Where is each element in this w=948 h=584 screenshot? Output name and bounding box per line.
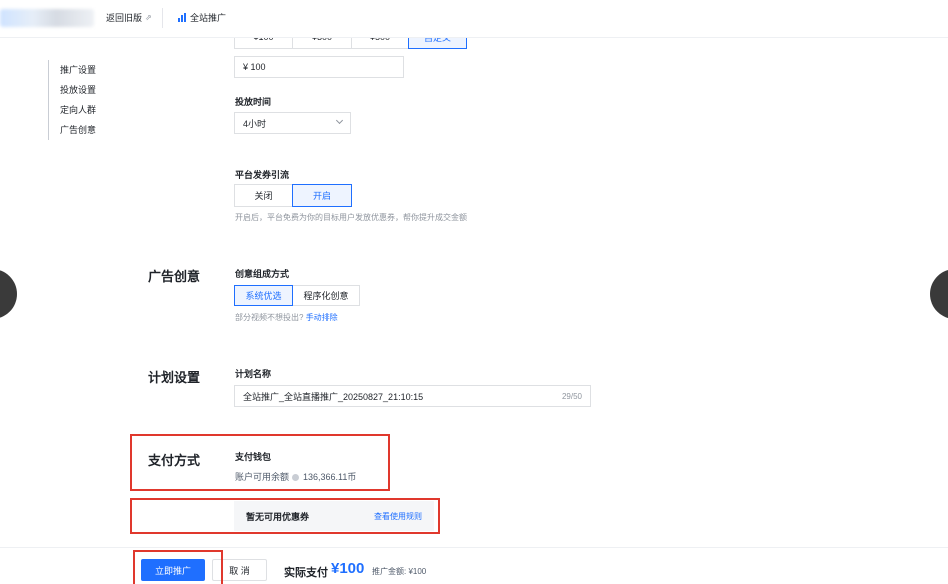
bar-chart-icon — [178, 13, 186, 22]
creative-hint-text: 部分视频不想投出? — [235, 313, 304, 322]
manual-exclude-link[interactable]: 手动排除 — [306, 313, 338, 322]
ad-creative-section-title: 广告创意 — [148, 269, 201, 284]
chevron-down-icon — [335, 116, 344, 125]
left-scroll-handle[interactable] — [0, 269, 17, 319]
plan-name-value: 全站推广_全站直播推广_20250827_21:10:15 — [243, 391, 424, 402]
coupon-traffic-on-button[interactable]: 开启 — [292, 184, 352, 207]
view-rules-link[interactable]: 查看使用规则 — [374, 511, 422, 522]
side-anchor-nav: 推广设置 投放设置 定向人群 广告创意 — [48, 60, 96, 140]
tab-site-promotion[interactable]: 全站推广 — [178, 11, 226, 24]
wallet-label: 支付钱包 — [235, 452, 272, 462]
creative-composition-label: 创意组成方式 — [235, 269, 290, 279]
coupon-traffic-hint: 开启后，平台免费为你的目标用户发放优惠券，帮你提升成交金额 — [235, 213, 467, 222]
budget-amount-input[interactable]: ¥ 100 — [234, 56, 404, 78]
balance-row: 账户可用余额 136,366.11币 — [235, 470, 356, 483]
duration-select[interactable]: 4小时 — [234, 112, 351, 134]
actual-pay-label: 实际支付 — [284, 567, 328, 579]
side-nav-item-promotion-settings[interactable]: 推广设置 — [60, 60, 96, 80]
payment-section-title: 支付方式 — [148, 453, 201, 468]
balance-value: 136,366.11币 — [303, 472, 357, 482]
no-coupon-text: 暂无可用优惠券 — [246, 511, 310, 522]
promotion-total: 推广金额: ¥100 — [372, 567, 427, 576]
info-icon[interactable] — [292, 474, 300, 482]
external-link-icon: ⇗ — [145, 13, 152, 22]
promote-now-button[interactable]: 立即推广 — [141, 559, 205, 581]
duration-label: 投放时间 — [235, 97, 272, 107]
plan-settings-section-title: 计划设置 — [148, 370, 201, 385]
top-bar: 返回旧版 ⇗ 全站推广 — [0, 0, 948, 38]
plan-name-label: 计划名称 — [235, 369, 272, 379]
side-nav-item-ad-creative[interactable]: 广告创意 — [60, 120, 96, 140]
plan-name-input[interactable]: 全站推广_全站直播推广_20250827_21:10:15 29/50 — [234, 385, 591, 407]
coupon-traffic-off-button[interactable]: 关闭 — [234, 184, 293, 207]
tab-label: 全站推广 — [190, 13, 227, 23]
right-scroll-handle[interactable] — [930, 269, 948, 319]
coupon-traffic-label: 平台发券引流 — [235, 170, 290, 180]
creative-system-optimal-button[interactable]: 系统优选 — [234, 285, 293, 306]
topbar-divider — [162, 8, 163, 28]
blurred-account-logo — [0, 9, 94, 27]
side-nav-item-target-audience[interactable]: 定向人群 — [60, 100, 96, 120]
creative-hint: 部分视频不想投出? 手动排除 — [235, 312, 338, 323]
back-to-old-version-link[interactable]: 返回旧版 ⇗ — [106, 11, 152, 24]
balance-label: 账户可用余额 — [235, 472, 290, 482]
actual-pay-amount: ¥100 — [331, 560, 365, 577]
creative-programmatic-button[interactable]: 程序化创意 — [292, 285, 360, 306]
back-label: 返回旧版 — [106, 13, 143, 23]
cancel-button[interactable]: 取 消 — [212, 559, 267, 581]
coupon-bar: 暂无可用优惠券 查看使用规则 — [234, 501, 434, 531]
side-nav-item-delivery-settings[interactable]: 投放设置 — [60, 80, 96, 100]
plan-name-counter: 29/50 — [561, 391, 582, 401]
duration-value: 4小时 — [243, 118, 267, 129]
